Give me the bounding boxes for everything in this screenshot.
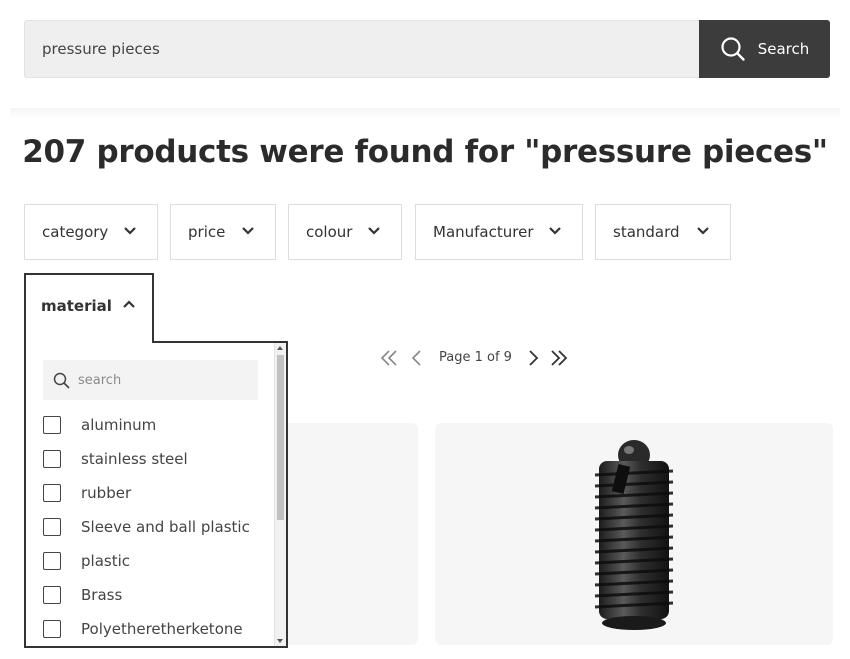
scroll-up-arrow[interactable]	[277, 346, 283, 350]
material-search-input[interactable]	[78, 372, 238, 388]
double-chevron-right-icon	[551, 350, 568, 366]
checkbox[interactable]	[43, 586, 61, 604]
checkbox[interactable]	[43, 484, 61, 502]
results-title: 207 products were found for "pressure pi…	[22, 134, 828, 170]
search-button-label: Search	[757, 40, 810, 58]
option-label: Brass	[81, 586, 123, 604]
material-option[interactable]: Polyetheretherketone	[43, 617, 243, 641]
search-icon	[721, 37, 745, 61]
filter-label: material	[41, 297, 112, 315]
checkbox[interactable]	[43, 450, 61, 468]
search-icon	[53, 372, 70, 388]
filter-price[interactable]: price	[170, 204, 276, 260]
material-option[interactable]: rubber	[43, 481, 131, 505]
search-bar: Search	[24, 20, 830, 78]
option-label: stainless steel	[81, 450, 188, 468]
chevron-up-icon	[123, 300, 135, 308]
material-search	[43, 360, 258, 400]
chevron-down-icon	[549, 227, 561, 235]
product-card[interactable]	[435, 423, 833, 645]
checkbox[interactable]	[43, 552, 61, 570]
next-page-button[interactable]	[523, 347, 543, 369]
option-label: aluminum	[81, 416, 157, 434]
checkbox[interactable]	[43, 620, 61, 638]
scroll-down-arrow[interactable]	[277, 639, 283, 643]
filter-standard[interactable]: standard	[595, 204, 731, 260]
chevron-down-icon	[368, 227, 380, 235]
material-option[interactable]: aluminum	[43, 413, 156, 437]
material-dropdown-panel: aluminum stainless steel rubber Sleeve a…	[24, 341, 288, 648]
chevron-down-icon	[242, 227, 254, 235]
page-indicator: Page 1 of 9	[439, 350, 512, 365]
material-option[interactable]: stainless steel	[43, 447, 188, 471]
filter-manufacturer[interactable]: Manufacturer	[415, 204, 583, 260]
scrollbar-thumb[interactable]	[277, 355, 284, 520]
chevron-right-icon	[529, 350, 539, 366]
filter-label: colour	[306, 223, 353, 241]
header-divider	[10, 108, 840, 118]
filter-label: category	[42, 223, 109, 241]
option-label: rubber	[81, 484, 132, 502]
checkbox[interactable]	[43, 416, 61, 434]
chevron-down-icon	[697, 227, 709, 235]
first-page-button[interactable]	[379, 347, 399, 369]
option-label: Polyetheretherketone	[81, 620, 243, 638]
product-card[interactable]	[270, 423, 418, 645]
product-image	[594, 440, 674, 630]
search-input[interactable]	[24, 20, 699, 78]
filter-category[interactable]: category	[24, 204, 158, 260]
filter-label: price	[188, 223, 226, 241]
option-label: plastic	[81, 552, 130, 570]
chevron-down-icon	[124, 227, 136, 235]
double-chevron-left-icon	[380, 350, 397, 366]
filter-label: standard	[613, 223, 680, 241]
material-option[interactable]: plastic	[43, 549, 130, 573]
search-button[interactable]: Search	[699, 20, 830, 78]
checkbox[interactable]	[43, 518, 61, 536]
prev-page-button[interactable]	[407, 347, 427, 369]
filter-colour[interactable]: colour	[288, 204, 402, 260]
option-label: Sleeve and ball plastic	[81, 518, 250, 536]
filter-label: Manufacturer	[433, 223, 534, 241]
material-option[interactable]: Brass	[43, 583, 122, 607]
filter-material[interactable]: material	[24, 273, 154, 343]
scrollbar[interactable]	[274, 343, 286, 646]
chevron-left-icon	[411, 350, 421, 366]
last-page-button[interactable]	[549, 347, 569, 369]
material-option[interactable]: Sleeve and ball plastic	[43, 515, 250, 539]
